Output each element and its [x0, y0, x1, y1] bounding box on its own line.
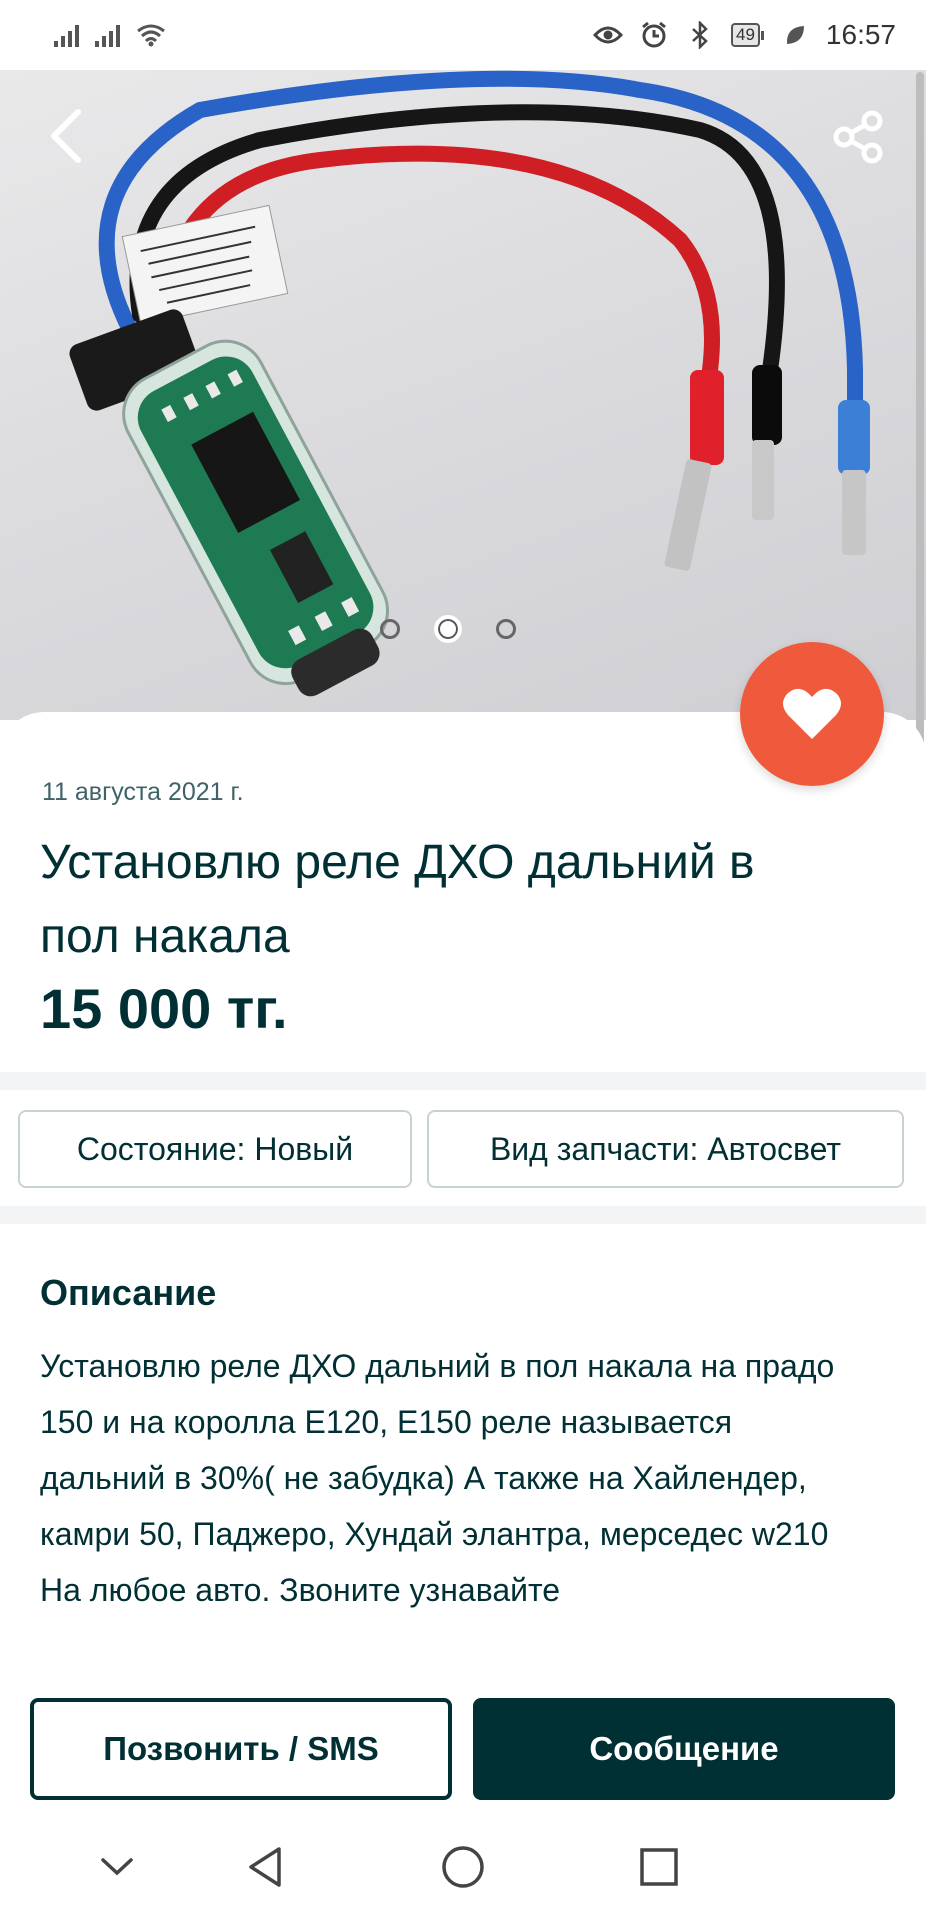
status-right: 49 16:57	[593, 19, 896, 51]
chevron-left-icon	[51, 109, 81, 163]
page-dot[interactable]	[380, 619, 400, 639]
image-gallery[interactable]	[0, 70, 926, 720]
signal-icon	[54, 23, 79, 47]
scrollbar[interactable]	[916, 72, 924, 768]
wifi-icon	[136, 20, 166, 50]
back-button[interactable]	[46, 108, 100, 168]
signal-icon	[95, 23, 120, 47]
status-time: 16:57	[825, 19, 896, 50]
system-nav-bar	[0, 1812, 926, 1920]
status-bar: 49 16:57	[0, 0, 926, 70]
description-text: Установлю реле ДХО дальний в пол накала …	[40, 1348, 835, 1608]
action-bar: Позвонить / SMS Сообщение	[0, 1682, 926, 1812]
favorite-button[interactable]	[740, 642, 884, 786]
share-button[interactable]	[832, 110, 892, 170]
param-chip-condition[interactable]: Состояние: Новый	[18, 1110, 412, 1188]
battery-level: 49	[731, 23, 760, 47]
back-triangle-icon[interactable]	[240, 1842, 290, 1892]
eye-icon	[593, 20, 623, 50]
param-chip-part-type[interactable]: Вид запчасти: Автосвет	[427, 1110, 904, 1188]
message-button[interactable]: Сообщение	[473, 1698, 895, 1800]
alarm-icon	[639, 20, 669, 50]
listing-title: Установлю реле ДХО дальний в пол накала	[40, 836, 755, 963]
heart-icon	[783, 688, 841, 739]
gallery-pagination	[380, 615, 516, 643]
call-sms-button[interactable]: Позвонить / SMS	[30, 1698, 452, 1800]
listing-price: 15 000 тг.	[40, 977, 288, 1040]
description-heading: Описание	[40, 1272, 217, 1313]
divider	[0, 1072, 926, 1090]
recents-square-icon[interactable]	[634, 1842, 684, 1892]
chevron-down-icon[interactable]	[92, 1842, 142, 1892]
battery-icon: 49	[731, 23, 764, 47]
share-icon	[833, 110, 883, 164]
home-circle-icon[interactable]	[438, 1842, 488, 1892]
listing-date: 11 августа 2021 г.	[42, 778, 244, 806]
divider	[0, 1206, 926, 1224]
leaf-icon	[780, 20, 810, 50]
page-dot[interactable]	[496, 619, 516, 639]
status-left	[54, 20, 166, 50]
page-dot-active[interactable]	[434, 615, 462, 643]
bluetooth-icon	[685, 20, 715, 50]
